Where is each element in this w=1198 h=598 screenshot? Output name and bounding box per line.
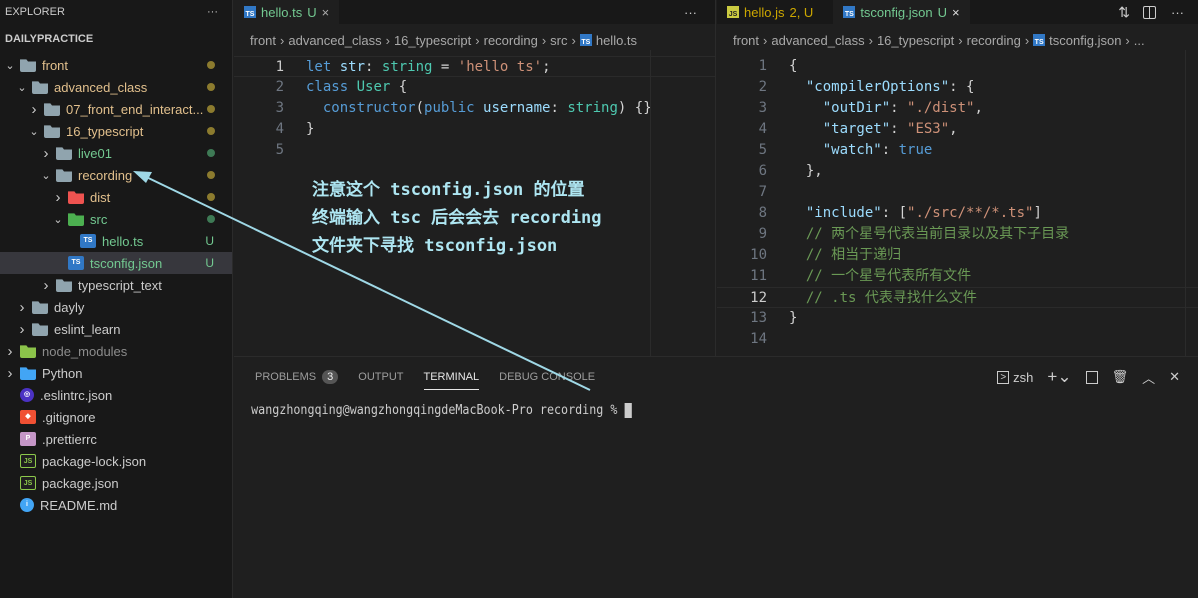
- annotation-arrow: [133, 171, 591, 391]
